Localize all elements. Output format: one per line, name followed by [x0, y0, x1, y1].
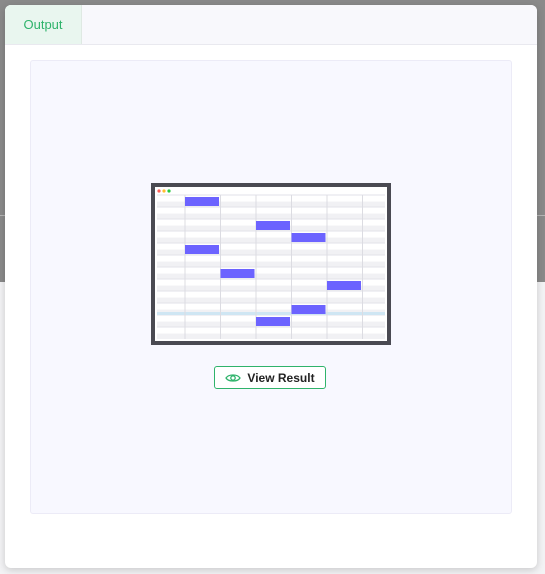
grid-row-stripe [157, 261, 385, 267]
output-panel: View Result [30, 60, 512, 514]
grid-filled-cell [185, 245, 219, 254]
result-thumbnail-image [151, 183, 391, 345]
tab-output[interactable]: Output [5, 5, 82, 44]
window-dot [157, 189, 161, 193]
grid-filled-cell [185, 197, 219, 206]
tab-bar: Output [5, 5, 537, 45]
grid-highlight-row [157, 312, 385, 315]
grid-row-stripe [157, 297, 385, 303]
grid-filled-cell [256, 221, 290, 230]
window-dot [162, 189, 166, 193]
window-dot [167, 189, 171, 193]
view-result-label: View Result [247, 370, 315, 385]
grid-filled-cell [220, 269, 255, 278]
result-thumbnail[interactable] [151, 183, 391, 345]
grid-row-stripe [157, 333, 385, 339]
grid-row-stripe [157, 273, 385, 279]
grid-filled-cell [256, 317, 290, 326]
grid-row-stripe [157, 237, 385, 243]
grid-filled-cell [291, 305, 326, 314]
grid-row-stripe [157, 213, 385, 219]
output-modal: Output View Result [5, 5, 537, 568]
eye-icon [225, 373, 242, 382]
grid-filled-cell [327, 281, 361, 290]
grid-filled-cell [291, 233, 326, 242]
view-result-button[interactable]: View Result [214, 366, 326, 389]
